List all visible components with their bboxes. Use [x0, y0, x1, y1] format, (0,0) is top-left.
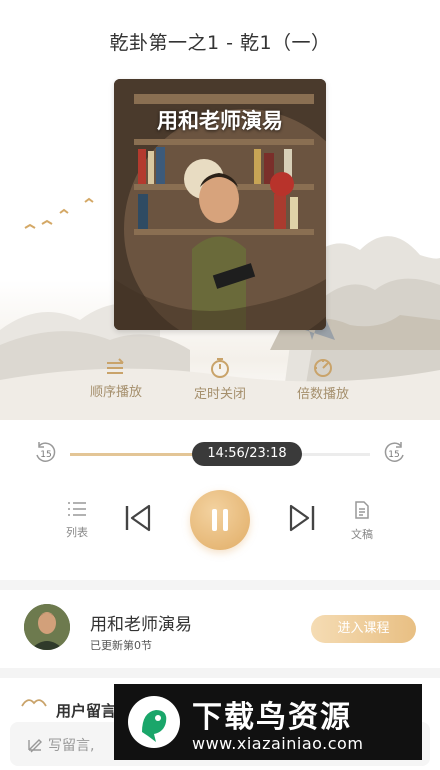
skip-back-15-button[interactable]: 15 — [33, 440, 59, 470]
rewind-15-icon: 15 — [36, 442, 56, 462]
sequence-play-label: 顺序播放 — [89, 385, 142, 400]
comments-heading: 用户留言 — [56, 702, 117, 720]
playlist-button[interactable]: 列表 — [57, 500, 97, 540]
pause-icon — [212, 509, 217, 531]
timer-close-label: 定时关闭 — [193, 387, 246, 402]
document-icon — [355, 501, 369, 519]
speed-play-label: 倍数播放 — [296, 387, 349, 402]
timer-icon — [211, 358, 229, 378]
timer-close-button[interactable]: 定时关闭 — [165, 357, 275, 402]
sequence-icon — [107, 358, 124, 374]
player-panel: 乾卦第一之1 - 乾1（一） 用和老师演易 顺序播放 定时关闭 倍数播放 15 … — [0, 0, 440, 580]
section-divider — [0, 580, 440, 590]
script-label: 文稿 — [351, 528, 373, 541]
avatar[interactable] — [24, 604, 70, 650]
forward-15-icon: 15 — [384, 442, 404, 462]
previous-track-button[interactable] — [124, 503, 152, 537]
playlist-label: 列表 — [66, 526, 88, 539]
skip-forward-label: 15 — [388, 450, 399, 460]
list-icon — [68, 502, 86, 516]
edit-icon — [28, 739, 42, 753]
bird-logo-icon — [128, 696, 180, 748]
section-divider — [0, 668, 440, 678]
watermark-banner: 下载鸟资源 www.xiazainiao.com — [114, 684, 422, 760]
teacher-card[interactable]: 用和老师演易 已更新第0节 进入课程 — [0, 590, 440, 668]
sequence-play-button[interactable]: 顺序播放 — [61, 357, 171, 400]
track-title: 乾卦第一之1 - 乾1（一） — [109, 32, 331, 54]
progress-played[interactable] — [70, 453, 200, 456]
skip-forward-15-button[interactable]: 15 — [381, 440, 407, 470]
next-icon — [289, 504, 315, 532]
comment-input-placeholder[interactable]: 写留言, — [48, 735, 94, 755]
enter-course-button[interactable]: 进入课程 — [311, 615, 416, 643]
speed-icon — [314, 359, 332, 377]
skip-back-label: 15 — [40, 450, 51, 460]
progress-remaining[interactable] — [290, 453, 370, 456]
pause-button[interactable] — [190, 490, 250, 550]
next-track-button[interactable] — [288, 503, 316, 537]
teacher-update-status: 已更新第0节 — [90, 639, 152, 652]
previous-icon — [125, 504, 151, 532]
avatar-image — [24, 604, 70, 650]
watermark-title: 下载鸟资源 — [192, 700, 352, 735]
album-cover: 用和老师演易 — [114, 79, 326, 330]
teacher-name[interactable]: 用和老师演易 — [90, 610, 192, 635]
cover-title: 用和老师演易 — [157, 109, 283, 133]
time-display[interactable]: 14:56/23:18 — [192, 442, 302, 466]
watermark-url: www.xiazainiao.com — [192, 734, 364, 753]
script-button[interactable]: 文稿 — [342, 500, 382, 542]
decorative-cloud-icon — [21, 699, 47, 707]
speed-play-button[interactable]: 倍数播放 — [268, 357, 378, 402]
